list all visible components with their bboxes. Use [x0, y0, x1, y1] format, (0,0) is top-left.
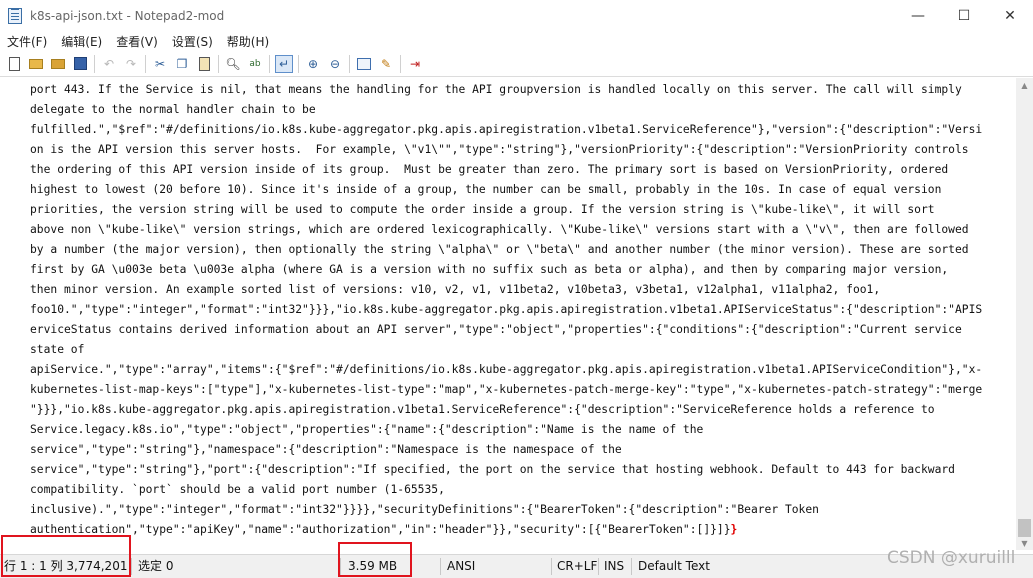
- title-bar: k8s-api-json.txt - Notepad2-mod — ☐ ✕: [0, 0, 1033, 31]
- text-line: the ordering of this API version inside …: [30, 163, 949, 176]
- text-line: foo10.","type":"integer","format":"int32…: [30, 303, 983, 316]
- line-ending[interactable]: CR+LF: [557, 555, 597, 578]
- toolbar-separator: [269, 54, 270, 73]
- copy-icon[interactable]: ❐: [173, 55, 191, 73]
- text-line-last: authentication","type":"apiKey","name":"…: [30, 520, 1014, 540]
- status-divider: [551, 558, 552, 575]
- toolbar-separator: [145, 54, 146, 73]
- menu-bar: 文件(F) 编辑(E) 查看(V) 设置(S) 帮助(H): [0, 31, 1033, 51]
- scheme-icon[interactable]: [355, 55, 373, 73]
- undo-icon[interactable]: ↶: [100, 55, 118, 73]
- menu-edit[interactable]: 编辑(E): [54, 33, 109, 50]
- text-line: above non \"kube-like\" version strings,…: [30, 223, 969, 236]
- editor-gutter: [0, 78, 27, 550]
- text-line: port 443. If the Service is nil, that me…: [30, 83, 962, 96]
- text-line: highest to lowest (20 before 10). Since …: [30, 183, 942, 196]
- selection-count: 选定 0: [138, 559, 174, 573]
- menu-view[interactable]: 查看(V): [109, 33, 165, 50]
- text-line: compatibility. `port` should be a valid …: [30, 483, 445, 496]
- toolbar-separator: [218, 54, 219, 73]
- toolbar-separator: [349, 54, 350, 73]
- menu-help[interactable]: 帮助(H): [220, 33, 276, 50]
- status-divider: [131, 558, 132, 575]
- text-editor[interactable]: port 443. If the Service is nil, that me…: [0, 78, 1016, 550]
- text-line: priorities, the version string will be u…: [30, 203, 935, 216]
- paste-icon[interactable]: [195, 55, 213, 73]
- status-bar: 行 1 : 1 列 3,774,201 选定 0 3.59 MB ANSI CR…: [0, 554, 1033, 578]
- exit-icon[interactable]: ⇥: [406, 55, 424, 73]
- text-line: apiService.","type":"array","items":{"$r…: [30, 363, 983, 376]
- menu-settings[interactable]: 设置(S): [165, 33, 220, 50]
- open-icon[interactable]: [27, 55, 45, 73]
- maximize-button[interactable]: ☐: [941, 0, 987, 31]
- scrollbar-thumb[interactable]: [1018, 519, 1031, 537]
- scroll-up-icon[interactable]: ▲: [1016, 78, 1033, 92]
- save-icon[interactable]: [71, 55, 89, 73]
- zoom-out-icon[interactable]: ⊖: [326, 55, 344, 73]
- customize-icon[interactable]: ✎: [377, 55, 395, 73]
- redo-icon[interactable]: ↷: [122, 55, 140, 73]
- text-line: service","type":"string"},"port":{"descr…: [30, 463, 955, 476]
- text-line: on is the API version this server hosts.…: [30, 143, 969, 156]
- watermark: CSDN @xuruilll: [887, 548, 1016, 568]
- close-button[interactable]: ✕: [987, 0, 1033, 31]
- window-title: k8s-api-json.txt - Notepad2-mod: [30, 8, 225, 23]
- toolbar-separator: [94, 54, 95, 73]
- replace-icon[interactable]: ab: [246, 55, 264, 73]
- word-wrap-icon[interactable]: ↵: [275, 54, 293, 73]
- text-line: state of: [30, 343, 85, 356]
- highlight-box-position: [1, 535, 131, 577]
- toolbar: ↶ ↷ ✂ ❐ 🔍︎ ab ↵ ⊕ ⊖ ✎ ⇥: [0, 51, 1033, 77]
- text-line: first by GA \u003e beta \u003e alpha (wh…: [30, 263, 949, 276]
- toolbar-separator: [400, 54, 401, 73]
- text-line: service","type":"string"},"namespace":{"…: [30, 443, 622, 456]
- encoding[interactable]: ANSI: [447, 555, 475, 578]
- text-line: then minor version. An example sorted li…: [30, 283, 881, 296]
- status-divider: [440, 558, 441, 575]
- text-line: by a number (the major version), then op…: [30, 243, 969, 256]
- highlight-box-size: [338, 542, 412, 577]
- browse-icon[interactable]: [49, 55, 67, 73]
- notepad-app-icon: [8, 7, 22, 24]
- text-line: fulfilled.","$ref":"#/definitions/io.k8s…: [30, 123, 983, 136]
- syntax-scheme[interactable]: Default Text: [638, 555, 710, 578]
- minimize-button[interactable]: —: [895, 0, 941, 31]
- menu-file[interactable]: 文件(F): [0, 33, 54, 50]
- window-controls: — ☐ ✕: [895, 0, 1033, 31]
- scroll-down-icon[interactable]: ▼: [1016, 536, 1033, 550]
- text-line: "}}},"io.k8s.kube-aggregator.pkg.apis.ap…: [30, 403, 935, 416]
- vertical-scrollbar[interactable]: ▲ ▼: [1016, 78, 1033, 550]
- text-line: kubernetes-list-map-keys":["type"],"x-ku…: [30, 383, 983, 396]
- last-line-text: authentication","type":"apiKey","name":"…: [30, 523, 731, 536]
- new-icon[interactable]: [5, 55, 23, 73]
- editor-text[interactable]: port 443. If the Service is nil, that me…: [30, 80, 1014, 540]
- text-line: erviceStatus contains derived informatio…: [30, 323, 962, 336]
- status-divider: [631, 558, 632, 575]
- zoom-in-icon[interactable]: ⊕: [304, 55, 322, 73]
- status-divider: [598, 558, 599, 575]
- insert-mode[interactable]: INS: [604, 555, 624, 578]
- text-line: delegate to the normal handler chain to …: [30, 103, 316, 116]
- text-line: inclusive).","type":"integer","format":"…: [30, 503, 819, 516]
- matched-brace: }: [730, 523, 738, 536]
- text-line: Service.legacy.k8s.io","type":"object","…: [30, 423, 704, 436]
- find-icon[interactable]: 🔍︎: [224, 55, 242, 73]
- toolbar-separator: [298, 54, 299, 73]
- cut-icon[interactable]: ✂: [151, 55, 169, 73]
